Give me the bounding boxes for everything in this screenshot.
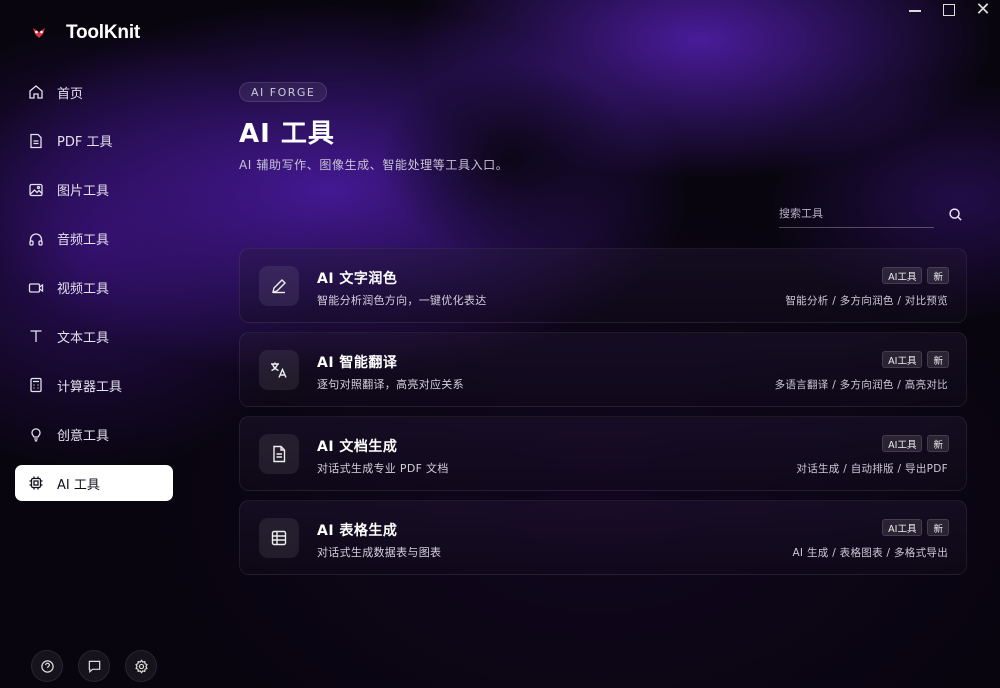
app-name: ToolKnit [66,22,141,43]
badge-new: 新 [927,435,949,452]
lightbulb-icon [31,428,41,442]
card-description: 对话式生成专业 PDF 文档 [317,462,449,475]
badge-ai-tool: AI工具 [882,519,923,536]
page-title: AI 工具 [239,119,335,149]
card-badges: AI工具 新 [882,435,949,452]
window-controls: ✕ [898,0,1000,20]
sidebar-item-label: 文本工具 [57,330,110,346]
chip-icon [29,476,43,490]
maximize-button[interactable] [932,0,966,20]
card-title: AI 文字润色 [317,271,398,287]
translate-icon [271,362,287,378]
feedback-button[interactable] [31,650,63,682]
text-icon [30,330,42,343]
sidebar-item-home[interactable]: 首页 [15,74,173,110]
headphones-icon [29,233,43,246]
sidebar-item-label: 视频工具 [57,282,110,298]
card-tags: 多语言翻译 / 多方向润色 / 高亮对比 [774,379,948,391]
card-badges: AI工具 新 [882,519,949,536]
settings-icon [134,658,148,674]
card-icon-box [259,266,299,306]
video-icon [28,282,44,293]
sidebar-item-label: 计算器工具 [57,379,123,395]
badge-ai-tool: AI工具 [882,351,923,368]
sidebar-item-label: 首页 [57,86,84,102]
search-box [779,204,967,228]
card-badges: AI工具 新 [882,267,949,284]
sidebar-item-label: PDF 工具 [57,135,113,151]
sidebar-item-ai[interactable]: AI 工具 [15,465,173,502]
brand-logo-icon [30,24,48,42]
maximize-icon [943,4,955,16]
sidebar-item-label: AI 工具 [57,477,100,493]
card-tags: AI 生成 / 表格图表 / 多格式导出 [792,547,948,559]
sidebar-item-creative[interactable]: 创意工具 [15,416,173,452]
card-description: 智能分析润色方向，一键优化表达 [317,294,487,307]
card-icon-box [259,434,299,474]
table-icon [271,530,287,546]
card-badges: AI工具 新 [882,351,949,368]
settings-button[interactable] [125,650,157,682]
pen-icon [272,279,286,294]
tool-card[interactable]: AI 文字润色 智能分析润色方向，一键优化表达 AI工具 新 智能分析 / 多方… [239,248,967,323]
sidebar-item-label: 音频工具 [57,233,110,249]
brand: ToolKnit [30,22,140,44]
sidebar-item-label: 创意工具 [57,428,110,444]
message-icon [88,660,100,673]
section-pill: AI FORGE [239,82,328,102]
search-input[interactable] [779,204,934,228]
card-title: AI 文档生成 [317,439,398,455]
calculator-icon [30,378,42,393]
message-button[interactable] [78,650,110,682]
tool-card-list: AI 文字润色 智能分析润色方向，一键优化表达 AI工具 新 智能分析 / 多方… [239,248,967,584]
page-subtitle: AI 辅助写作、图像生成、智能处理等工具入口。 [239,158,509,172]
sidebar-nav: 首页 PDF 工具 图片工具 音频工具 视频工具 文本工具 计算器工具 创意工具… [15,74,173,514]
badge-new: 新 [927,351,949,368]
minimize-icon [909,10,921,12]
card-description: 逐句对照翻译，高亮对应关系 [317,378,464,391]
close-button[interactable]: ✕ [966,0,1000,20]
card-title: AI 智能翻译 [317,355,398,371]
tool-card[interactable]: AI 表格生成 对话式生成数据表与图表 AI工具 新 AI 生成 / 表格图表 … [239,500,967,575]
feedback-icon [40,659,54,673]
minimize-button[interactable] [898,0,932,20]
card-title: AI 表格生成 [317,523,398,539]
search-icon[interactable] [948,207,963,222]
close-icon: ✕ [975,0,991,20]
badge-ai-tool: AI工具 [882,267,923,284]
home-icon [29,85,43,99]
image-icon [29,183,43,196]
sidebar-item-audio[interactable]: 音频工具 [15,221,173,257]
document-icon [30,133,42,149]
sidebar-item-image[interactable]: 图片工具 [15,172,173,208]
sidebar-item-video[interactable]: 视频工具 [15,270,173,306]
badge-ai-tool: AI工具 [882,435,923,452]
badge-new: 新 [927,267,949,284]
tool-card[interactable]: AI 智能翻译 逐句对照翻译，高亮对应关系 AI工具 新 多语言翻译 / 多方向… [239,332,967,407]
card-icon-box [259,518,299,558]
sidebar-item-calculator[interactable]: 计算器工具 [15,367,173,403]
sidebar-item-text[interactable]: 文本工具 [15,318,173,354]
sidebar-item-label: 图片工具 [57,184,110,200]
card-tags: 智能分析 / 多方向润色 / 对比预览 [785,295,948,307]
card-description: 对话式生成数据表与图表 [317,546,442,559]
sidebar-bottom-actions [31,650,157,682]
badge-new: 新 [927,519,949,536]
card-icon-box [259,350,299,390]
file-text-icon [273,445,286,463]
tool-card[interactable]: AI 文档生成 对话式生成专业 PDF 文档 AI工具 新 对话生成 / 自动排… [239,416,967,491]
sidebar-item-pdf[interactable]: PDF 工具 [15,123,173,159]
card-tags: 对话生成 / 自动排版 / 导出PDF [796,463,948,475]
